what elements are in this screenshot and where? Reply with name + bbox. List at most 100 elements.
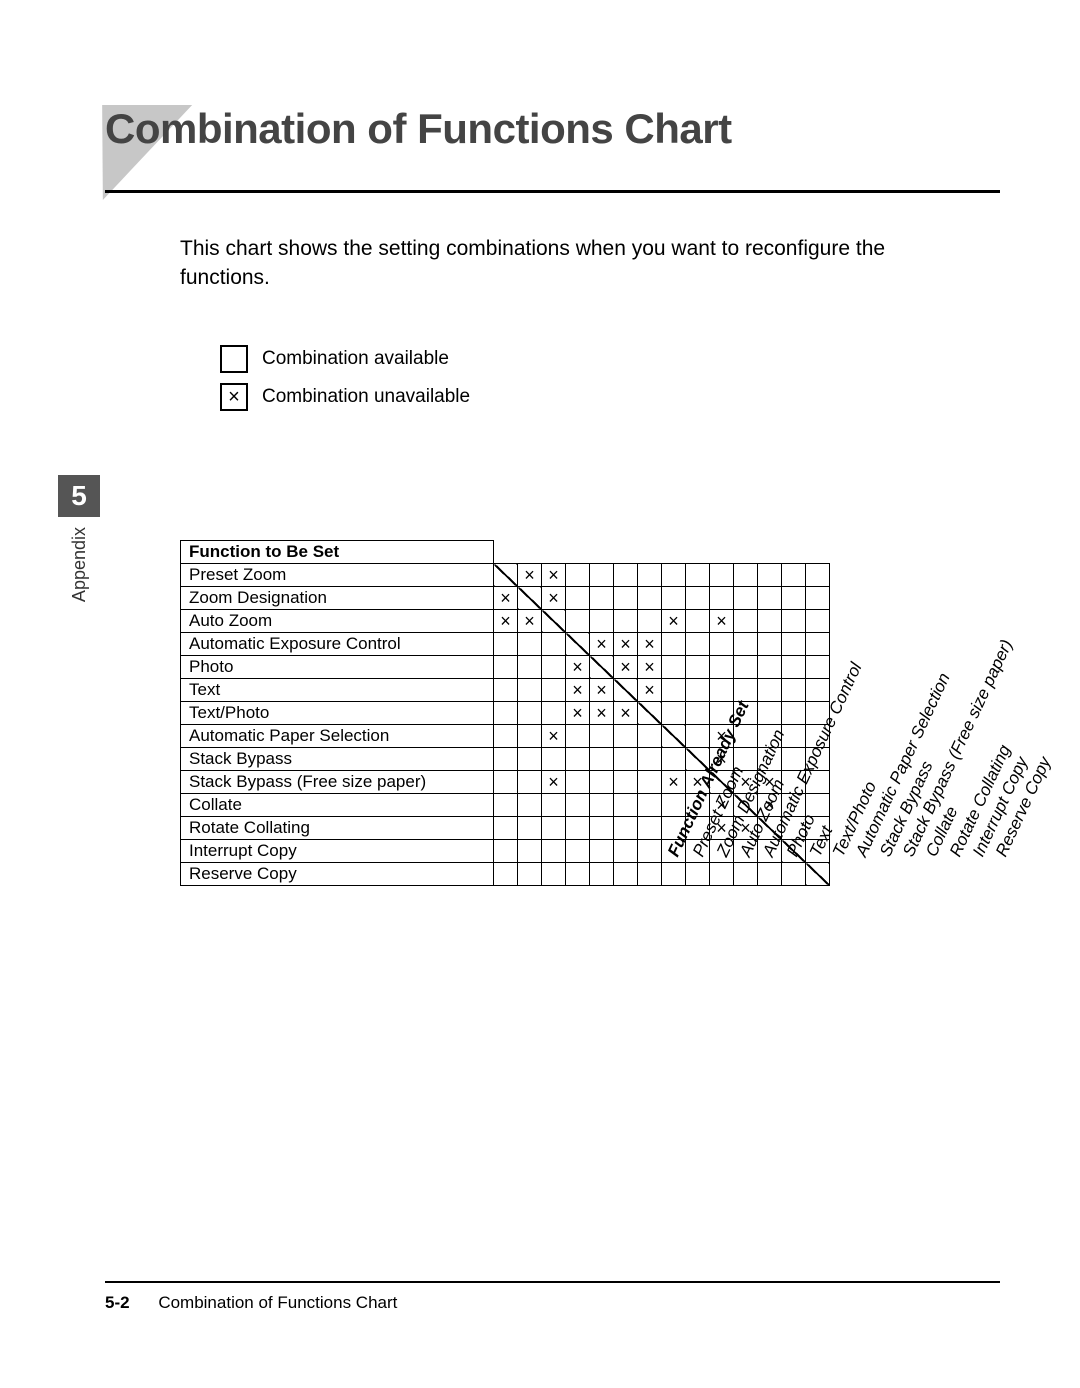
cell bbox=[590, 863, 614, 886]
cell bbox=[686, 863, 710, 886]
row-label: Collate bbox=[181, 794, 494, 817]
table-row: Reserve Copy bbox=[181, 863, 830, 886]
row-label: Interrupt Copy bbox=[181, 840, 494, 863]
cell bbox=[590, 725, 614, 748]
cell bbox=[638, 840, 662, 863]
cell: × bbox=[542, 725, 566, 748]
cell bbox=[662, 863, 686, 886]
cell bbox=[686, 564, 710, 587]
cell bbox=[686, 587, 710, 610]
cell bbox=[590, 840, 614, 863]
cell bbox=[566, 610, 590, 633]
cell bbox=[518, 794, 542, 817]
cell bbox=[494, 725, 518, 748]
cell: × bbox=[614, 633, 638, 656]
cell bbox=[518, 656, 542, 679]
cell bbox=[566, 863, 590, 886]
cell: × bbox=[542, 587, 566, 610]
cell bbox=[590, 794, 614, 817]
cell bbox=[494, 840, 518, 863]
row-label: Stack Bypass (Free size paper) bbox=[181, 771, 494, 794]
column-headers: Function Already SetPreset ZoomZoom Desi… bbox=[662, 620, 1062, 860]
cell bbox=[494, 633, 518, 656]
cell bbox=[494, 564, 518, 587]
cell bbox=[638, 610, 662, 633]
cell bbox=[614, 863, 638, 886]
row-label: Rotate Collating bbox=[181, 817, 494, 840]
cell bbox=[566, 817, 590, 840]
cell bbox=[734, 863, 758, 886]
cell bbox=[614, 610, 638, 633]
cell bbox=[782, 564, 806, 587]
cell bbox=[494, 771, 518, 794]
cell bbox=[518, 840, 542, 863]
cell bbox=[566, 725, 590, 748]
row-label: Preset Zoom bbox=[181, 564, 494, 587]
cell bbox=[494, 679, 518, 702]
cell bbox=[518, 633, 542, 656]
cell: × bbox=[614, 702, 638, 725]
row-label: Text/Photo bbox=[181, 702, 494, 725]
cell bbox=[518, 587, 542, 610]
cell bbox=[590, 656, 614, 679]
cell: × bbox=[566, 702, 590, 725]
cell: × bbox=[638, 679, 662, 702]
cell bbox=[638, 863, 662, 886]
cell bbox=[710, 863, 734, 886]
cell bbox=[638, 725, 662, 748]
cell bbox=[494, 748, 518, 771]
cell bbox=[614, 794, 638, 817]
cell bbox=[494, 794, 518, 817]
cell bbox=[542, 840, 566, 863]
cell bbox=[518, 702, 542, 725]
cell bbox=[662, 587, 686, 610]
cell: × bbox=[566, 656, 590, 679]
cell: × bbox=[590, 633, 614, 656]
cell bbox=[542, 702, 566, 725]
row-label: Zoom Designation bbox=[181, 587, 494, 610]
cell bbox=[494, 702, 518, 725]
cell bbox=[494, 863, 518, 886]
footer-title: Combination of Functions Chart bbox=[158, 1293, 397, 1312]
cell bbox=[638, 587, 662, 610]
cell bbox=[566, 840, 590, 863]
chapter-number-icon: 5 bbox=[58, 475, 100, 517]
cell: × bbox=[542, 771, 566, 794]
cell bbox=[566, 771, 590, 794]
cell: × bbox=[638, 656, 662, 679]
cell bbox=[566, 587, 590, 610]
cell bbox=[542, 656, 566, 679]
chapter-label: Appendix bbox=[69, 527, 90, 602]
cell bbox=[638, 564, 662, 587]
cell bbox=[806, 587, 830, 610]
cell bbox=[614, 564, 638, 587]
page-number: 5-2 bbox=[105, 1293, 130, 1312]
cell bbox=[638, 817, 662, 840]
cell: × bbox=[638, 633, 662, 656]
cell bbox=[614, 748, 638, 771]
cell bbox=[614, 725, 638, 748]
cell: × bbox=[494, 587, 518, 610]
cell bbox=[590, 587, 614, 610]
cell bbox=[542, 748, 566, 771]
cell bbox=[566, 748, 590, 771]
cell bbox=[734, 587, 758, 610]
cell bbox=[662, 564, 686, 587]
cell: × bbox=[590, 679, 614, 702]
cell bbox=[542, 679, 566, 702]
cell bbox=[590, 817, 614, 840]
cell bbox=[542, 794, 566, 817]
cell bbox=[566, 564, 590, 587]
cell bbox=[590, 564, 614, 587]
cell: × bbox=[542, 564, 566, 587]
cell bbox=[614, 679, 638, 702]
cell bbox=[758, 587, 782, 610]
table-row: Zoom Designation×× bbox=[181, 587, 830, 610]
cell bbox=[782, 863, 806, 886]
cell: × bbox=[614, 656, 638, 679]
cell bbox=[782, 587, 806, 610]
cell bbox=[542, 863, 566, 886]
cell bbox=[518, 725, 542, 748]
cell bbox=[638, 702, 662, 725]
cell bbox=[494, 656, 518, 679]
